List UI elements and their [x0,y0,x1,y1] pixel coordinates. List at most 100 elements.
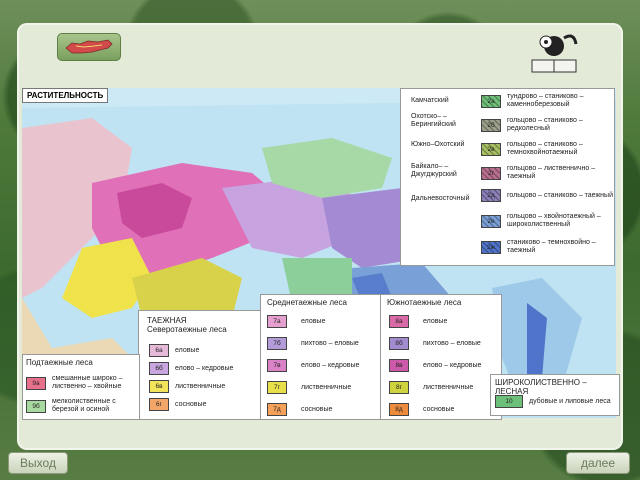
legend-item: 6в лиственничные [149,380,225,393]
russia-map-button[interactable] [57,33,121,61]
legend-heading: ТАЕЖНАЯ [147,316,187,325]
legend-item: 2е гольцово – хвойнотаежный – широколист… [481,213,615,229]
legend-swatch: 6а [149,344,169,357]
legend-swatch: 7а [267,315,287,328]
legend-item: 10 дубовые и липовые леса [495,395,611,408]
legend-label: лиственничные [175,382,226,390]
legend-label: пихтово – еловые [301,339,359,347]
legend-swatch: 8в [389,359,409,372]
legend-label: лиственничные [301,383,352,391]
legend-item: 2ж станиково – темнохвойно – таежный [481,239,615,255]
legend-label: еловые [423,317,448,325]
legend-item: 8г лиственничные [389,381,473,394]
legend-item: 8в елово – кедровые [389,359,481,372]
legend-item: 7а еловые [267,315,325,328]
legend-north-taiga: ТАЕЖНАЯ Северотаежные леса 6а еловые 6б … [138,310,262,420]
legend-item: 9б мелколиственные с березой и осиной [26,398,132,414]
exit-button[interactable]: Выход [8,452,68,474]
legend-item: 2д гольцово – станиково – таежный [481,189,615,202]
legend-item: 8а еловые [389,315,447,328]
legend-label: пихтово – еловые [423,339,481,347]
region-name: Байкало– –Джугджурский [411,163,457,178]
legend-swatch: 8г [389,381,409,394]
legend-swatch: 2д [481,189,501,202]
legend-swatch: 7б [267,337,287,350]
legend-swatch: 6в [149,380,169,393]
legend-label: елово – кедровые [175,364,234,372]
legend-swatch: 10 [495,395,523,408]
legend-label: дубовые и липовые леса [529,397,611,405]
legend-item: 7в елово – кедровые [267,359,359,372]
legend-label: еловые [175,346,200,354]
legend-region-row: Дальневосточный [411,195,475,203]
legend-swatch: 2а [481,94,501,108]
legend-item: 6г сосновые [149,398,206,411]
region-name: Охотско– –Берингийский [411,113,456,128]
legend-region-row: Южно–Охотский [411,141,475,149]
legend-item: 6б елово – кедровые [149,362,233,375]
legend-label: елово – кедровые [423,361,482,369]
legend-label: еловые [301,317,326,325]
legend-label: лиственничные [423,383,474,391]
legend-swatch: 8а [389,315,409,328]
legend-subheading: Северотаежные леса [147,325,227,334]
legend-subtaiga: Подтаежные леса 9а смешанные широко – ли… [22,354,140,420]
russia-outline-icon [65,39,113,54]
legend-swatch: 2б [481,118,501,132]
legend-item: 8д сосновые [389,403,454,416]
legend-item: 2а тундрово – станиково – каменноберезов… [481,93,615,109]
legend-item: 2г гольцово – лиственнично – таежный [481,165,615,181]
legend-item: 7б пихтово – еловые [267,337,359,350]
legend-item: 6а еловые [149,344,199,357]
legend-label: гольцово – лиственнично – таежный [507,165,596,180]
legend-swatch: 6б [149,362,169,375]
legend-swatch: 2в [481,142,501,156]
legend-swatch: 7д [267,403,287,416]
legend-swatch: 7в [267,359,287,372]
legend-label: сосновые [301,405,333,413]
legend-swatch: 7г [267,381,287,394]
legend-heading: Среднетаежные леса [267,298,347,307]
legend-region-row: Охотско– –Берингийский [411,113,475,129]
legend-swatch: 2ж [481,240,501,254]
legend-swatch: 9б [26,399,46,413]
legend-swatch: 6г [149,398,169,411]
legend-label: сосновые [423,405,455,413]
legend-heading: ШИРОКОЛИСТВЕННО – ЛЕСНАЯ [495,378,587,396]
map-title: РАСТИТЕЛЬНОСТЬ [22,88,109,103]
legend-label: мелколиственные с березой и осиной [52,398,116,413]
legend-swatch: 9а [26,376,46,390]
region-name: Дальневосточный [411,195,470,202]
legend-item: 2б гольцово – станиково – редколесный [481,117,615,133]
legend-label: гольцово – станиково – редколесный [507,117,583,132]
legend-south-taiga: Южнотаежные леса 8а еловые 8б пихтово – … [380,294,502,420]
reading-mascot-icon [528,30,580,81]
legend-item: 7г лиственничные [267,381,351,394]
legend-swatch: 2е [481,214,501,228]
legend-swatch: 2г [481,166,501,180]
legend-swatch: 8д [389,403,409,416]
legend-heading: Южнотаежные леса [387,298,462,307]
legend-label: гольцово – станиково – темнохвойнотаежны… [507,141,583,156]
legend-heading: Подтаежные леса [26,358,93,367]
region-name: Камчатский [411,97,449,104]
legend-item: 2в гольцово – станиково – темнохвойнотае… [481,141,615,157]
legend-region-row: Байкало– –Джугджурский [411,163,475,179]
legend-label: сосновые [175,400,207,408]
legend-label: станиково – темнохвойно – таежный [507,239,596,254]
next-button[interactable]: далее [566,452,630,474]
legend-broadleaf: ШИРОКОЛИСТВЕННО – ЛЕСНАЯ 10 дубовые и ли… [490,374,620,416]
legend-mid-taiga: Среднетаежные леса 7а еловые 7б пихтово … [260,294,382,420]
legend-regions: Камчатский Охотско– –Берингийский Южно–О… [400,88,615,266]
legend-region-row: Камчатский [411,97,475,105]
legend-label: гольцово – станиково – таежный [507,191,613,199]
legend-label: гольцово – хвойнотаежный – широколиствен… [507,213,601,228]
legend-label: тундрово – станиково – каменноберезовый [507,93,584,108]
legend-item: 7д сосновые [267,403,332,416]
legend-item: 9а смешанные широко – лиственно – хвойны… [26,375,132,391]
legend-label: смешанные широко – лиственно – хвойные [52,375,123,390]
legend-label: елово – кедровые [301,361,360,369]
legend-swatch: 8б [389,337,409,350]
region-name: Южно–Охотский [411,141,465,148]
legend-item: 8б пихтово – еловые [389,337,481,350]
